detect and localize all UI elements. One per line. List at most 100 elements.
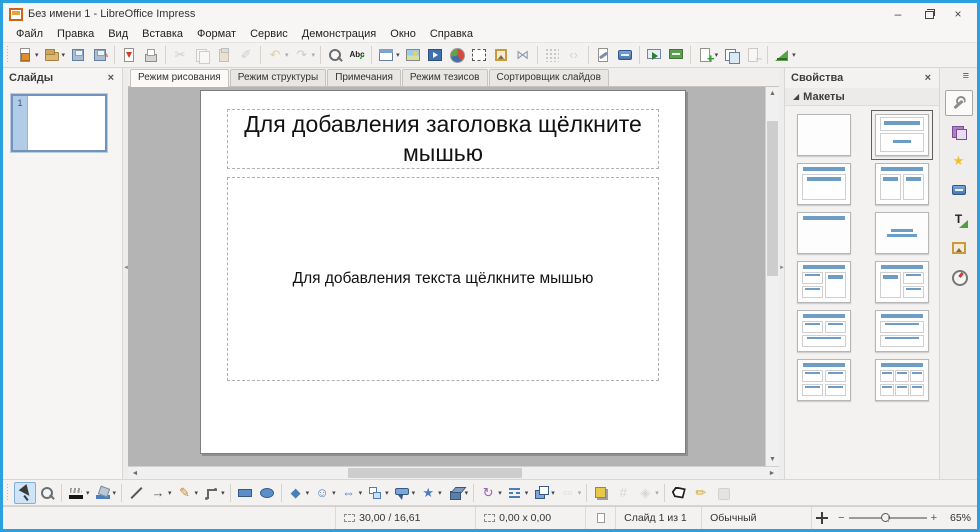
rectangle-tool[interactable]	[234, 482, 256, 504]
sidebar-settings-icon[interactable]: ≡	[963, 70, 977, 82]
distribution-button[interactable]: ▫▫ ▾	[557, 482, 584, 504]
find-replace-button[interactable]	[324, 44, 346, 66]
curve-tool[interactable]: ✎ ▾	[174, 482, 201, 504]
arrange-objects-button[interactable]: ▾	[530, 482, 557, 504]
callouts-tool[interactable]: ▾	[391, 482, 418, 504]
layout-2content-over-content[interactable]	[797, 310, 851, 352]
spelling-button[interactable]: Abc	[346, 44, 368, 66]
dropdown-arrow-icon[interactable]: ▾	[525, 489, 529, 497]
open-file-button[interactable]: ▾	[41, 44, 68, 66]
rotate-tool[interactable]: ↻ ▾	[477, 482, 504, 504]
shadow-button[interactable]	[590, 482, 612, 504]
3d-controller-button[interactable]	[712, 482, 734, 504]
zoom-level[interactable]: 65%	[943, 512, 977, 524]
fit-slide-button[interactable]	[812, 507, 832, 529]
glue-points-button[interactable]: ‹›	[563, 44, 585, 66]
display-grid-button[interactable]	[541, 44, 563, 66]
snap-lines-button[interactable]: ⋈	[512, 44, 534, 66]
layout-title-2content[interactable]	[875, 163, 929, 205]
save-as-button[interactable]: ✎	[89, 44, 111, 66]
dropdown-arrow-icon[interactable]: ▾	[792, 51, 796, 59]
flowchart-tool[interactable]: ▾	[364, 482, 391, 504]
layout-title-only[interactable]	[797, 212, 851, 254]
layout-content-2content[interactable]	[875, 261, 929, 303]
paste-button[interactable]	[213, 44, 235, 66]
display-views-button[interactable]	[614, 44, 636, 66]
dropdown-arrow-icon[interactable]: ▾	[62, 51, 66, 59]
menu-tools[interactable]: Сервис	[243, 27, 295, 41]
collapse-right-arrow-icon[interactable]: ►	[779, 265, 785, 271]
sidebar-tab-master-slides[interactable]	[945, 177, 973, 203]
scroll-right-icon[interactable]: ►	[765, 467, 779, 480]
menu-file[interactable]: Файл	[9, 27, 50, 41]
clone-formatting-button[interactable]: ✐	[235, 44, 257, 66]
layout-6content[interactable]	[875, 359, 929, 401]
dropdown-arrow-icon[interactable]: ▾	[412, 489, 416, 497]
dropdown-arrow-icon[interactable]: ▾	[306, 489, 310, 497]
connector-tool[interactable]: ▾	[200, 482, 227, 504]
layouts-section-header[interactable]: ◢ Макеты	[785, 88, 939, 106]
slide-properties-button[interactable]	[592, 44, 614, 66]
restore-button[interactable]	[913, 4, 943, 24]
redo-button[interactable]: ↷ ▾	[291, 44, 318, 66]
dropdown-arrow-icon[interactable]: ▾	[438, 489, 442, 497]
slide-layout-button[interactable]: ▾	[771, 44, 798, 66]
dropdown-arrow-icon[interactable]: ▾	[168, 489, 172, 497]
lines-arrows-tool[interactable]: → ▾	[147, 482, 174, 504]
layout-title-content[interactable]	[797, 163, 851, 205]
fill-color-button[interactable]: ▾	[92, 482, 119, 504]
fontwork-button[interactable]: ✏	[690, 482, 712, 504]
sidebar-tab-slide-transition[interactable]	[945, 119, 973, 145]
edit-points-button[interactable]	[668, 482, 690, 504]
sidebar-tab-styles[interactable]: T	[945, 206, 973, 232]
dropdown-arrow-icon[interactable]: ▾	[715, 51, 719, 59]
3d-objects-tool[interactable]: ▾	[444, 482, 471, 504]
section-expand-icon[interactable]: ◢	[793, 92, 799, 101]
horizontal-scroll-track[interactable]	[142, 467, 765, 479]
menu-window[interactable]: Окно	[383, 27, 423, 41]
slides-panel-close-icon[interactable]: ×	[106, 72, 116, 84]
menu-format[interactable]: Формат	[190, 27, 243, 41]
crop-image-button[interactable]: #	[612, 482, 634, 504]
insert-media-button[interactable]	[424, 44, 446, 66]
zoom-tool[interactable]	[36, 482, 58, 504]
dropdown-arrow-icon[interactable]: ▾	[578, 489, 582, 497]
toolbar-grip[interactable]	[6, 46, 11, 64]
header-footer-button[interactable]	[490, 44, 512, 66]
layout-blank[interactable]	[797, 114, 851, 156]
dropdown-arrow-icon[interactable]: ▾	[396, 51, 400, 59]
dropdown-arrow-icon[interactable]: ▾	[655, 489, 659, 497]
insert-textbox-button[interactable]: T	[468, 44, 490, 66]
presentation-settings-button[interactable]	[665, 44, 687, 66]
dropdown-arrow-icon[interactable]: ▾	[113, 489, 117, 497]
sidebar-tab-properties[interactable]	[945, 90, 973, 116]
sidebar-tab-gallery[interactable]	[945, 235, 973, 261]
start-slideshow-button[interactable]	[643, 44, 665, 66]
export-pdf-button[interactable]	[118, 44, 140, 66]
duplicate-slide-button[interactable]	[720, 44, 742, 66]
dropdown-arrow-icon[interactable]: ▾	[465, 489, 469, 497]
toolbar-grip[interactable]	[6, 484, 11, 502]
insert-line-tool[interactable]	[125, 482, 147, 504]
vertical-scroll-track[interactable]	[766, 100, 779, 453]
tab-drawing-view[interactable]: Режим рисования	[130, 69, 229, 87]
align-objects-button[interactable]: ▾	[504, 482, 531, 504]
new-document-button[interactable]: ▾	[14, 44, 41, 66]
insert-image-button[interactable]	[402, 44, 424, 66]
slide-page[interactable]: Для добавления заголовка щёлкните мышью …	[200, 90, 686, 454]
menu-insert[interactable]: Вставка	[135, 27, 190, 41]
slide-layout-name[interactable]: Обычный	[702, 507, 812, 529]
right-panel-splitter[interactable]: ►	[779, 68, 784, 479]
title-placeholder[interactable]: Для добавления заголовка щёлкните мышью	[227, 109, 659, 169]
properties-panel-close-icon[interactable]: ×	[923, 72, 933, 84]
zoom-slider-track[interactable]	[849, 517, 927, 519]
dropdown-arrow-icon[interactable]: ▾	[359, 489, 363, 497]
layout-centered-text[interactable]	[875, 212, 929, 254]
dropdown-arrow-icon[interactable]: ▾	[35, 51, 39, 59]
zoom-slider-thumb[interactable]	[881, 513, 890, 522]
menu-slideshow[interactable]: Демонстрация	[295, 27, 384, 41]
menu-edit[interactable]: Правка	[50, 27, 101, 41]
line-color-button[interactable]: ▾	[65, 482, 92, 504]
print-button[interactable]	[140, 44, 162, 66]
dropdown-arrow-icon[interactable]: ▾	[221, 489, 225, 497]
